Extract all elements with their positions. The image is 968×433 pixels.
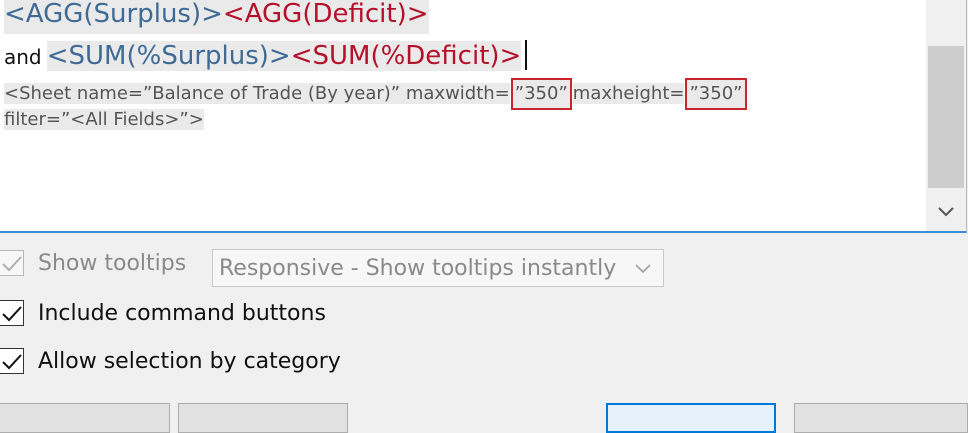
editor-content[interactable]: <AGG(Surplus)><AGG(Deficit)> and <SUM(%S…	[0, 0, 926, 231]
sheet-tag-filter: filter=”<All Fields>”>	[4, 109, 204, 130]
connector-text: and	[4, 45, 42, 69]
allow-selection-by-category-option[interactable]: Allow selection by category	[0, 348, 341, 374]
chevron-down-icon	[633, 258, 653, 284]
tooltip-editor[interactable]: <AGG(Surplus)><AGG(Deficit)> and <SUM(%S…	[0, 0, 967, 233]
field-agg-deficit: <AGG(Deficit)>	[222, 0, 429, 29]
include-command-buttons-checkbox[interactable]	[0, 300, 24, 326]
show-tooltips-option[interactable]: Show tooltips	[0, 250, 186, 276]
field-agg-surplus: <AGG(Surplus)>	[4, 0, 223, 29]
chevron-down-icon	[937, 203, 955, 222]
sheet-tag-part-2: maxheight=	[572, 83, 685, 104]
editor-line-1: <AGG(Surplus)><AGG(Deficit)>	[4, 0, 429, 34]
maxheight-value: ”350”	[685, 78, 747, 110]
editor-scrollbar[interactable]	[926, 0, 966, 231]
field-sum-pct-surplus: <SUM(%Surplus)>	[46, 41, 291, 71]
show-tooltips-checkbox[interactable]	[0, 250, 24, 276]
checkmark-icon	[2, 354, 22, 370]
sheet-tag-line-2: filter=”<All Fields>”>	[4, 108, 204, 132]
tooltip-mode-dropdown[interactable]: Responsive - Show tooltips instantly	[212, 249, 664, 287]
checkmark-icon	[2, 306, 22, 322]
allow-selection-by-category-label: Allow selection by category	[38, 348, 341, 374]
dialog-button-1[interactable]	[0, 403, 170, 433]
scrollbar-thumb[interactable]	[928, 46, 964, 188]
sheet-tag-line-1: <Sheet name=”Balance of Trade (By year)”…	[4, 78, 748, 110]
text-caret	[525, 40, 528, 70]
checkmark-icon	[2, 256, 22, 272]
dialog-button-default[interactable]	[606, 403, 776, 433]
sheet-tag-part-1: <Sheet name=”Balance of Trade (By year)”…	[4, 83, 510, 104]
include-command-buttons-label: Include command buttons	[38, 300, 326, 326]
dialog-button-2[interactable]	[178, 403, 348, 433]
show-tooltips-label: Show tooltips	[38, 250, 187, 276]
tooltip-mode-value: Responsive - Show tooltips instantly	[219, 255, 617, 281]
dialog-button-4[interactable]	[794, 403, 968, 433]
allow-selection-by-category-checkbox[interactable]	[0, 348, 24, 374]
field-sum-pct-deficit: <SUM(%Deficit)>	[290, 41, 522, 71]
include-command-buttons-option[interactable]: Include command buttons	[0, 300, 326, 326]
editor-line-2: and <SUM(%Surplus)><SUM(%Deficit)>	[4, 38, 528, 74]
maxwidth-value: ”350”	[510, 78, 572, 110]
scroll-down-button[interactable]	[926, 199, 966, 225]
